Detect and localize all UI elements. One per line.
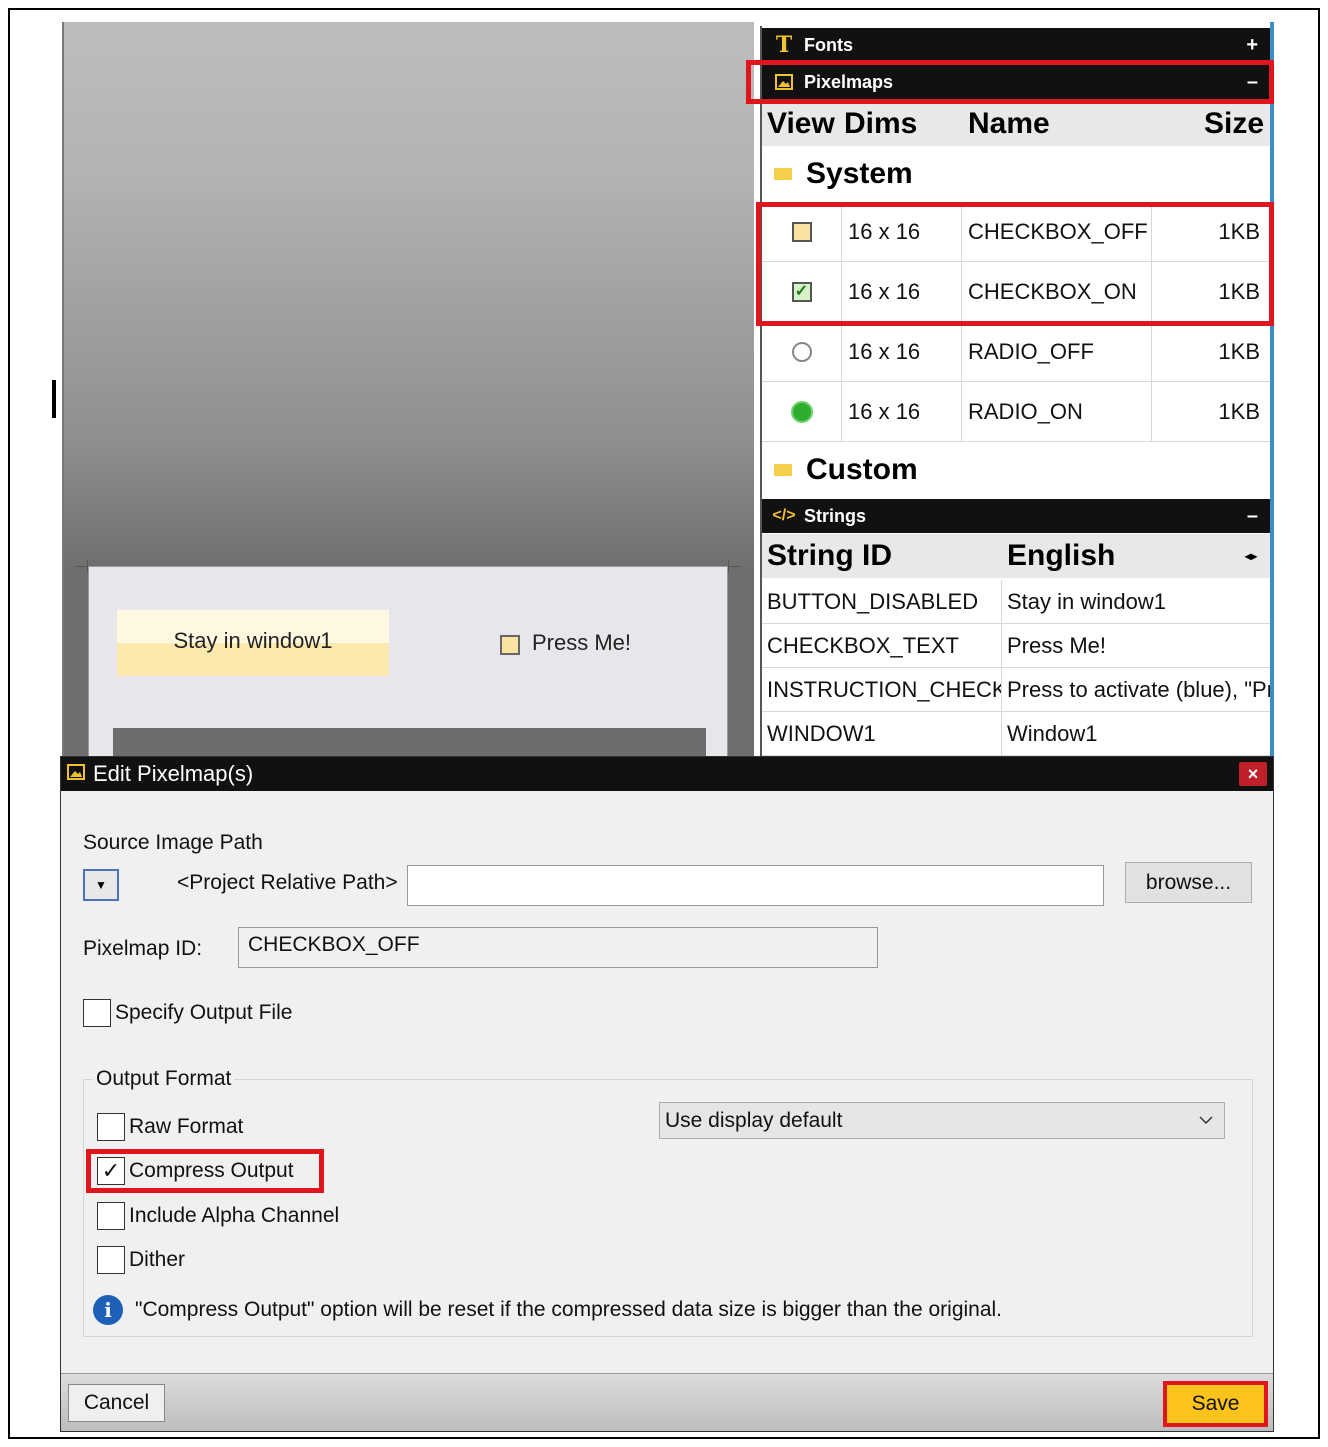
string-id-cell: BUTTON_DISABLED <box>762 580 1002 623</box>
string-row[interactable]: BUTTON_DISABLED Stay in window1 <box>762 580 1270 624</box>
panel-scroll-edge[interactable] <box>1270 22 1274 782</box>
string-row[interactable]: WINDOW1 Window1 <box>762 712 1270 756</box>
folder-icon <box>774 168 792 180</box>
dither-checkbox[interactable]: Dither <box>97 1246 185 1274</box>
edit-pixelmap-dialog: Edit Pixelmap(s) × Source Image Path ▼ <… <box>60 756 1274 1432</box>
folder-icon <box>774 464 792 476</box>
strings-title: Strings <box>804 505 867 526</box>
size-cell: 1KB <box>1218 398 1260 424</box>
pixelmap-id-label: Pixelmap ID: <box>83 937 203 960</box>
collapse-icon[interactable]: – <box>1247 505 1258 528</box>
checkbox-label: Specify Output File <box>115 1001 293 1024</box>
pixelmap-row[interactable]: 16 x 16 RADIO_OFF 1KB <box>762 322 1270 382</box>
col-view[interactable]: View <box>762 107 842 141</box>
fonts-header[interactable]: T Fonts + <box>762 28 1270 62</box>
string-row[interactable]: INSTRUCTION_CHECKI Press to activate (bl… <box>762 668 1270 712</box>
info-text: "Compress Output" option will be reset i… <box>135 1298 1003 1321</box>
col-dims[interactable]: Dims <box>842 107 962 141</box>
pixelmap-id-field[interactable]: CHECKBOX_OFF <box>238 927 878 968</box>
press-me-label: Press Me! <box>532 630 632 655</box>
strings-column-header: String ID English ◂▸ <box>762 534 1270 578</box>
string-id-cell: CHECKBOX_TEXT <box>762 624 1002 667</box>
radio-on-icon <box>790 400 813 423</box>
dialog-title: Edit Pixelmap(s) <box>93 761 254 786</box>
source-path-input[interactable] <box>407 865 1104 906</box>
dims-cell: 16 x 16 <box>842 322 962 381</box>
highlight-compress-output <box>86 1149 324 1193</box>
window-guide-tick <box>728 560 729 572</box>
chevron-down-icon: ▼ <box>95 878 107 892</box>
checkbox-label: Dither <box>129 1248 186 1271</box>
string-english-cell: Press Me! <box>1007 632 1107 658</box>
group-custom[interactable]: Custom <box>762 442 1270 498</box>
output-format-legend: Output Format <box>93 1067 235 1091</box>
dialog-titlebar[interactable]: Edit Pixelmap(s) × <box>61 757 1273 791</box>
checkbox-label: Raw Format <box>129 1115 244 1138</box>
string-row[interactable]: CHECKBOX_TEXT Press Me! <box>762 624 1270 668</box>
string-english-cell: Press to activate (blue), "Pre <box>1007 676 1270 702</box>
splitter-handle[interactable] <box>52 380 56 418</box>
source-image-path-label: Source Image Path <box>83 831 263 854</box>
include-alpha-checkbox[interactable]: Include Alpha Channel <box>97 1202 339 1230</box>
save-button[interactable]: Save <box>1163 1381 1268 1427</box>
specify-output-file-checkbox[interactable]: Specify Output File <box>83 999 292 1027</box>
string-id-cell: INSTRUCTION_CHECKI <box>762 668 1002 711</box>
pixelmap-row[interactable]: 16 x 16 RADIO_ON 1KB <box>762 382 1270 442</box>
group-system[interactable]: System <box>762 146 1270 202</box>
size-cell: 1KB <box>1218 338 1260 364</box>
code-icon: </> <box>772 507 796 524</box>
col-name[interactable]: Name <box>962 107 1152 141</box>
path-mode-label: <Project Relative Path> <box>177 871 398 894</box>
browse-button[interactable]: browse... <box>1125 862 1252 903</box>
expand-icon[interactable]: + <box>1246 34 1258 57</box>
highlight-pixelmaps-header <box>746 60 1274 104</box>
info-message: i "Compress Output" option will be reset… <box>93 1295 1002 1325</box>
close-icon[interactable]: × <box>1239 762 1267 786</box>
cancel-button[interactable]: Cancel <box>68 1384 165 1422</box>
col-size[interactable]: Size <box>1152 107 1270 141</box>
radio-off-icon <box>791 341 812 362</box>
checkbox-box[interactable] <box>83 999 111 1027</box>
checkbox-box[interactable] <box>97 1246 125 1274</box>
fonts-icon: T <box>775 32 793 58</box>
stay-button-label: Stay in window1 <box>173 628 333 653</box>
raw-format-checkbox[interactable]: Raw Format <box>97 1113 243 1141</box>
format-select[interactable]: Use display default <box>659 1102 1225 1139</box>
strings-header[interactable]: </> Strings – <box>762 499 1270 533</box>
group-label: System <box>806 157 913 190</box>
image-icon <box>67 763 85 785</box>
fonts-title: Fonts <box>804 34 853 55</box>
dims-cell: 16 x 16 <box>842 382 962 441</box>
language-scroll-icon[interactable]: ◂▸ <box>1232 549 1270 563</box>
format-select-value: Use display default <box>665 1108 843 1132</box>
string-english-cell: Stay in window1 <box>1007 588 1166 614</box>
name-cell: RADIO_OFF <box>962 322 1152 381</box>
dialog-footer: Cancel Save <box>61 1373 1273 1431</box>
pixelmap-column-header: View Dims Name Size <box>762 102 1270 146</box>
checkbox-box[interactable] <box>97 1202 125 1230</box>
chevron-down-icon <box>1198 1109 1214 1130</box>
group-label: Custom <box>806 453 918 486</box>
string-id-cell: WINDOW1 <box>762 712 1002 755</box>
press-me-checkbox[interactable]: Press Me! <box>500 630 631 656</box>
string-english-cell: Window1 <box>1007 720 1098 746</box>
checkbox-box[interactable] <box>97 1113 125 1141</box>
info-icon: i <box>93 1295 123 1325</box>
col-english[interactable]: English <box>1002 539 1232 573</box>
canvas-border <box>62 22 64 782</box>
name-cell: RADIO_ON <box>962 382 1152 441</box>
checkbox-label: Include Alpha Channel <box>129 1204 340 1227</box>
col-string-id[interactable]: String ID <box>762 539 1002 573</box>
stay-in-window-button[interactable]: Stay in window1 <box>117 610 389 676</box>
highlight-checkbox-rows <box>756 202 1274 326</box>
checkbox-off-icon <box>500 635 520 655</box>
path-mode-dropdown[interactable]: ▼ <box>83 869 119 901</box>
